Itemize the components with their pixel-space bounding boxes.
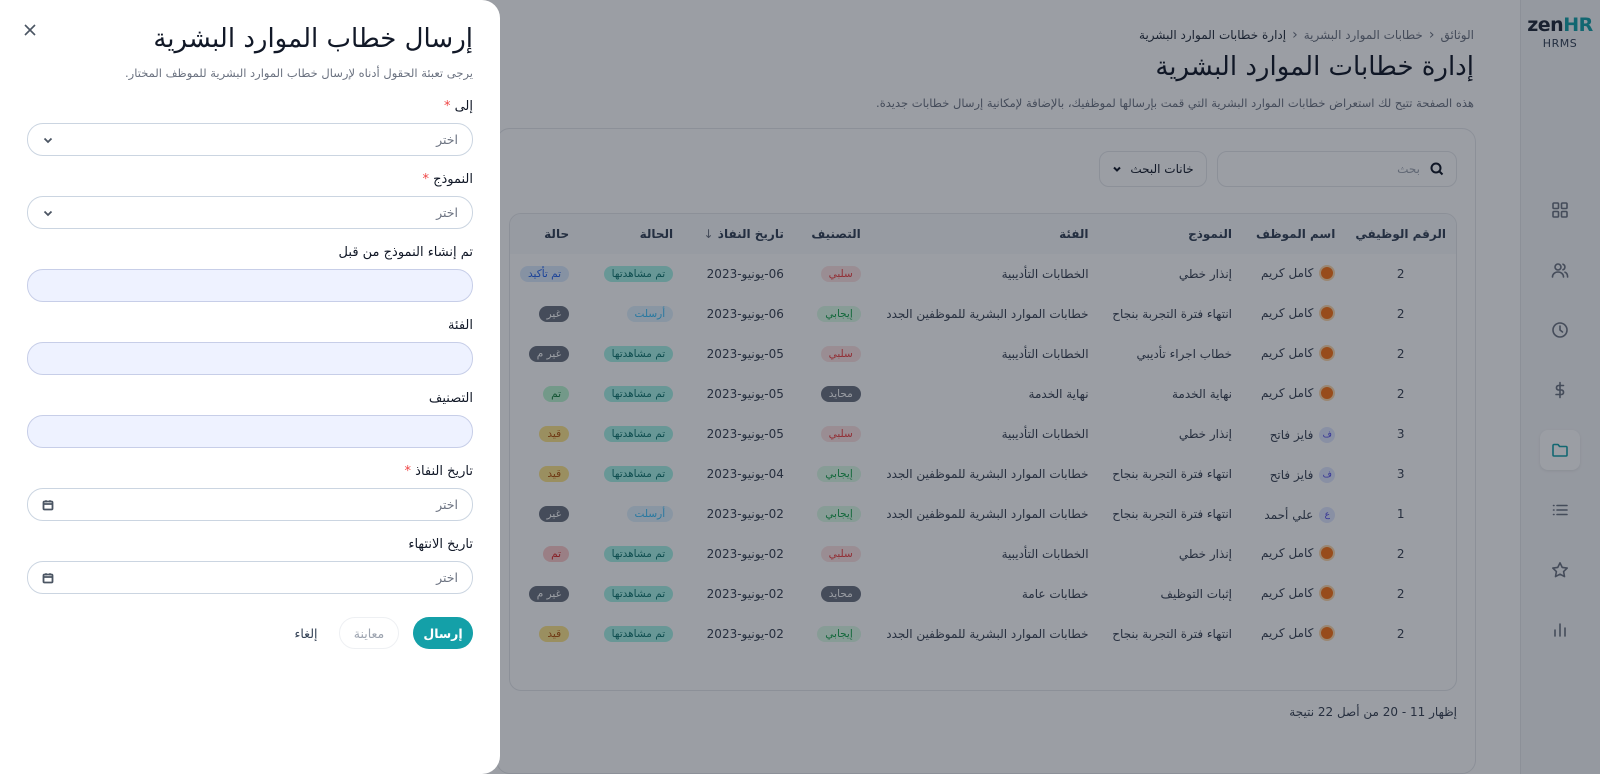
- chevron-down-icon: [43, 137, 53, 143]
- preview-button[interactable]: معاينة: [339, 617, 399, 649]
- classification-label: التصنيف: [428, 391, 473, 406]
- effective-date-label-text: تاريخ النفاذ: [415, 464, 473, 479]
- app-shell: zenHR HRMS الوثائق ‹ خطابات الموارد البش…: [0, 0, 1600, 774]
- category-label: الفئة: [447, 318, 473, 333]
- to-select[interactable]: اختر: [27, 123, 473, 156]
- to-label-text: إلى: [454, 99, 473, 114]
- cancel-button[interactable]: إلغاء: [286, 617, 326, 649]
- template-label: النموذج *: [422, 172, 473, 187]
- to-label: إلى *: [444, 99, 473, 114]
- calendar-icon[interactable]: [42, 499, 54, 511]
- chevron-down-icon: [43, 210, 53, 216]
- template-select[interactable]: اختر: [27, 196, 473, 229]
- send-button[interactable]: إرسال: [413, 617, 473, 649]
- category-field[interactable]: [27, 342, 473, 375]
- drawer-subtitle: يرجى تعبئة الحقول أدناه لإرسال خطاب المو…: [125, 66, 473, 80]
- effective-date-label: تاريخ النفاذ *: [405, 464, 473, 479]
- classification-field[interactable]: [27, 415, 473, 448]
- required-mark: *: [422, 172, 429, 187]
- to-placeholder: اختر: [436, 132, 458, 147]
- required-mark: *: [404, 464, 412, 479]
- end-date-label: تاريخ الانتهاء: [408, 537, 473, 552]
- calendar-icon[interactable]: [42, 572, 54, 584]
- template-placeholder: اختر: [436, 205, 458, 220]
- created-by-field[interactable]: [27, 269, 473, 302]
- required-mark: *: [443, 99, 451, 114]
- send-letter-drawer: إرسال خطاب الموارد البشرية يرجى تعبئة ال…: [0, 0, 500, 774]
- template-label-text: النموذج: [433, 172, 473, 187]
- created-by-label: تم إنشاء النموذج من قبل: [338, 245, 473, 260]
- drawer-title: إرسال خطاب الموارد البشرية: [153, 24, 473, 54]
- end-date-placeholder: اختر: [436, 570, 458, 585]
- close-icon[interactable]: [22, 22, 38, 38]
- effective-date-placeholder: اختر: [436, 497, 458, 512]
- effective-date-input[interactable]: اختر: [27, 488, 473, 521]
- end-date-input[interactable]: اختر: [27, 561, 473, 594]
